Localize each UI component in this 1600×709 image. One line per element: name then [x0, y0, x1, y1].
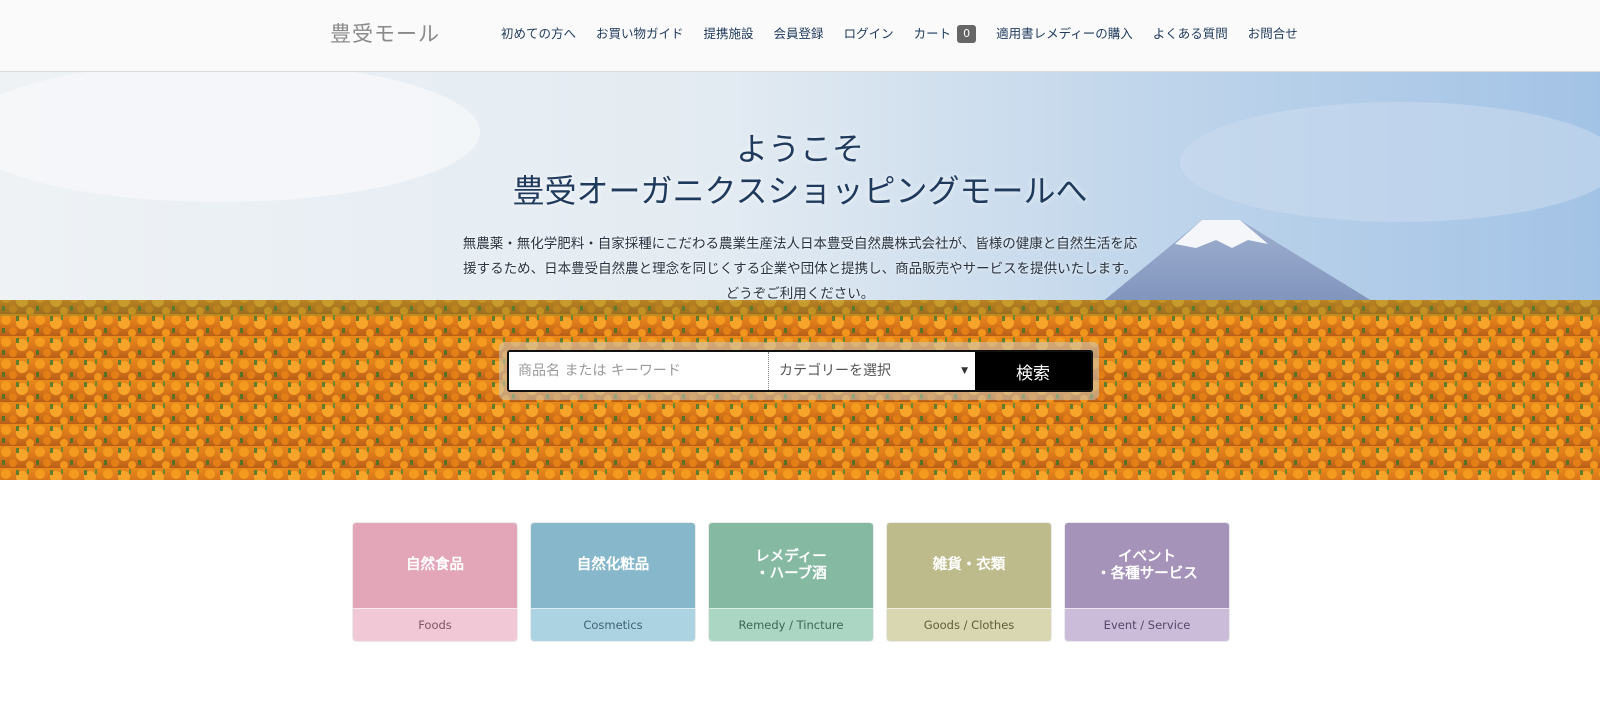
dropdown-arrow-icon: ▼ — [961, 366, 968, 376]
category-tile-subtitle: Remedy / Tincture — [709, 608, 873, 641]
category-tile-event[interactable]: イベント ・各種サービス Event / Service — [1064, 522, 1230, 642]
hero-description: 無農薬・無化学肥料・自家採種にこだわる農業生産法人日本豊受自然農株式会社が、皆様… — [462, 236, 1138, 302]
hero-title-line2: 豊受オーガニクスショッピングモールへ — [512, 172, 1088, 210]
category-select-value: カテゴリーを選択 — [779, 363, 891, 379]
category-tile-title: レメディー ・ハーブ酒 — [709, 523, 873, 608]
site-header: 豊受モール 初めての方へ お買い物ガイド 提携施設 会員登録 ログイン カート 0… — [0, 0, 1600, 72]
nav-register[interactable]: 会員登録 — [774, 24, 824, 44]
site-logo[interactable]: 豊受モール — [330, 18, 440, 48]
category-tiles: 自然食品 Foods 自然化粧品 Cosmetics レメディー ・ハーブ酒 R… — [352, 522, 1230, 642]
category-tile-subtitle: Goods / Clothes — [887, 608, 1051, 641]
nav-partners[interactable]: 提携施設 — [704, 24, 754, 44]
search-button[interactable]: 検索 — [975, 352, 1091, 390]
category-tile-title: イベント ・各種サービス — [1065, 523, 1229, 608]
nav-contact[interactable]: お問合せ — [1248, 24, 1298, 44]
hero-title-line1: ようこそ — [735, 130, 864, 168]
category-select[interactable]: カテゴリーを選択 ▼ — [769, 352, 975, 390]
nav-shopping-guide[interactable]: お買い物ガイド — [596, 24, 684, 44]
nav-login[interactable]: ログイン — [844, 24, 894, 44]
search-input[interactable] — [509, 352, 769, 390]
nav-cart-label: カート — [913, 26, 952, 41]
category-tile-title: 自然食品 — [353, 523, 517, 608]
main-nav: 初めての方へ お買い物ガイド 提携施設 会員登録 ログイン カート 0 適用書レメ… — [501, 24, 1298, 44]
nav-faq[interactable]: よくある質問 — [1153, 24, 1228, 44]
search-bar: カテゴリーを選択 ▼ 検索 — [499, 342, 1099, 400]
nav-first-time[interactable]: 初めての方へ — [501, 24, 576, 44]
category-tile-foods[interactable]: 自然食品 Foods — [352, 522, 518, 642]
category-tile-subtitle: Cosmetics — [531, 608, 695, 641]
category-tile-goods[interactable]: 雑貨・衣類 Goods / Clothes — [886, 522, 1052, 642]
category-tile-title: 雑貨・衣類 — [887, 523, 1051, 608]
search-box: カテゴリーを選択 ▼ 検索 — [507, 350, 1093, 392]
hero-title: ようこそ 豊受オーガニクスショッピングモールへ — [0, 128, 1600, 212]
category-tile-title: 自然化粧品 — [531, 523, 695, 608]
category-tile-cosmetics[interactable]: 自然化粧品 Cosmetics — [530, 522, 696, 642]
hero-section: ようこそ 豊受オーガニクスショッピングモールへ 無農薬・無化学肥料・自家採種にこ… — [0, 72, 1600, 480]
nav-remedy-purchase[interactable]: 適用書レメディーの購入 — [996, 24, 1133, 44]
category-tile-remedy[interactable]: レメディー ・ハーブ酒 Remedy / Tincture — [708, 522, 874, 642]
category-tile-subtitle: Event / Service — [1065, 608, 1229, 641]
cart-count-badge: 0 — [957, 25, 977, 43]
nav-cart[interactable]: カート 0 — [914, 24, 977, 44]
category-tile-subtitle: Foods — [353, 608, 517, 641]
